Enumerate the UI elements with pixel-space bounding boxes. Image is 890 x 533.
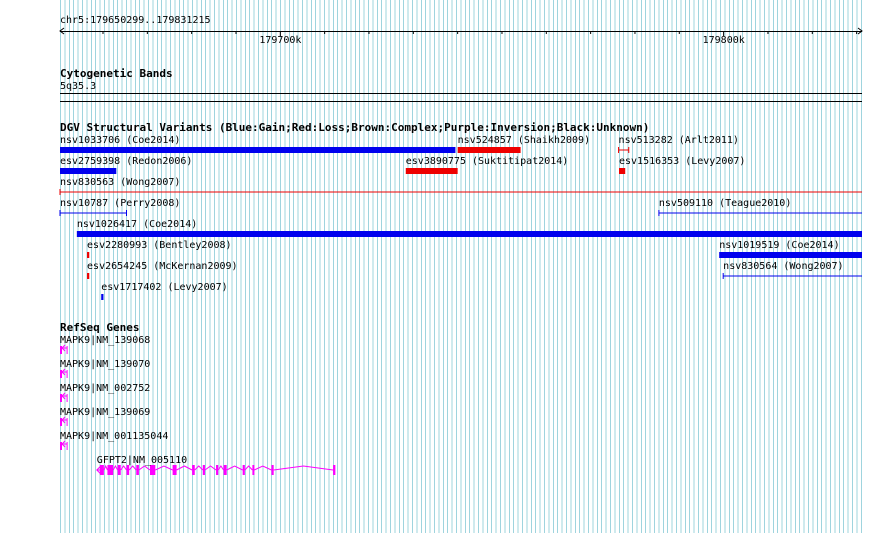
gene-exon xyxy=(271,465,274,475)
dgv-feature-label-esv1516353[interactable]: esv1516353 (Levy2007) xyxy=(619,156,745,167)
dgv-feature-label-nsv10787[interactable]: nsv10787 (Perry2008) xyxy=(60,198,180,209)
refseq-gene-label[interactable]: GFPT2|NM_005110 xyxy=(97,455,187,466)
dgv-feature-esv3890775 xyxy=(405,168,458,174)
dgv-feature-label-nsv830564[interactable]: nsv830564 (Wong2007) xyxy=(723,261,843,272)
dgv-feature-nsv1026417 xyxy=(76,231,862,237)
gene-exon xyxy=(242,465,245,475)
ruler-left-arrow xyxy=(59,27,65,35)
dgv-feature-label-esv2654245[interactable]: esv2654245 (McKernan2009) xyxy=(87,261,238,272)
gene-exon xyxy=(107,465,114,475)
dgv-feature-esv2759398 xyxy=(60,168,117,174)
cytoband-label: 5q35.3 xyxy=(60,81,97,92)
gene-intron-line xyxy=(128,465,137,471)
dgv-feature-esv2280993 xyxy=(87,252,90,258)
dgv-feature-esv1516353 xyxy=(619,168,626,174)
ruler-tick-label-179800k: 179800k xyxy=(702,35,745,46)
dgv-feature-nsv1019519 xyxy=(719,252,862,258)
refseq-gene-label[interactable]: MAPK9|NM_139068 xyxy=(60,335,150,346)
dgv-feature-esv1717402 xyxy=(101,294,104,300)
dgv-feature-esv2654245 xyxy=(87,273,90,279)
gene-exon xyxy=(60,370,62,378)
gene-exon xyxy=(60,394,62,402)
dgv-feature-label-esv2280993[interactable]: esv2280993 (Bentley2008) xyxy=(87,240,232,251)
gene-intron-line xyxy=(194,465,204,471)
gene-exon xyxy=(223,465,227,475)
dgv-feature-label-esv1717402[interactable]: esv1717402 (Levy2007) xyxy=(101,282,227,293)
gene-intron-line xyxy=(120,465,127,471)
position-label: chr5:179650299..179831215 xyxy=(60,15,211,26)
gene-intron-line xyxy=(155,465,173,471)
dgv-feature-label-esv2759398[interactable]: esv2759398 (Redon2006) xyxy=(60,156,192,167)
dgv-feature-label-nsv830563[interactable]: nsv830563 (Wong2007) xyxy=(60,177,180,188)
gene-intron-line xyxy=(226,465,243,471)
cytoband-track-title[interactable]: Cytogenetic Bands xyxy=(60,68,173,80)
refseq-track-title[interactable]: RefSeq Genes xyxy=(60,322,139,334)
dgv-feature-label-esv3890775[interactable]: esv3890775 (Suktitipat2014) xyxy=(406,156,569,167)
dgv-feature-label-nsv524857[interactable]: nsv524857 (Shaikh2009) xyxy=(458,135,590,146)
gene-intron-line xyxy=(112,464,119,471)
dgv-feature-nsv524857 xyxy=(457,147,521,153)
gene-exon xyxy=(202,465,205,475)
dgv-feature-label-nsv1033706[interactable]: nsv1033706 (Coe2014) xyxy=(60,135,180,146)
gene-exon xyxy=(60,442,62,450)
gene-intron-line xyxy=(273,465,334,471)
gene-exon xyxy=(136,465,139,475)
gene-intron-line xyxy=(217,465,224,471)
refseq-gene-label[interactable]: MAPK9|NM_139070 xyxy=(60,359,150,370)
dgv-feature-label-nsv1026417[interactable]: nsv1026417 (Coe2014) xyxy=(77,219,197,230)
refseq-gene-label[interactable]: MAPK9|NM_139069 xyxy=(60,407,150,418)
dgv-feature-label-nsv509110[interactable]: nsv509110 (Teague2010) xyxy=(659,198,791,209)
gene-exon xyxy=(192,465,195,475)
gene-exon xyxy=(172,465,177,475)
ruler-tick-label-179700k: 179700k xyxy=(259,35,302,46)
gene-exon xyxy=(60,346,62,354)
gene-intron-line xyxy=(204,465,217,471)
gene-exon xyxy=(216,465,219,475)
ruler-right-arrow xyxy=(857,27,863,35)
gene-intron-line xyxy=(138,465,151,471)
dgv-feature-nsv1033706 xyxy=(60,147,456,153)
gene-exon xyxy=(149,465,156,475)
refseq-gene-label[interactable]: MAPK9|NM_002752 xyxy=(60,383,150,394)
gene-intron-line xyxy=(103,464,108,471)
gene-intron-line xyxy=(176,465,193,471)
dgv-feature-label-nsv1019519[interactable]: nsv1019519 (Coe2014) xyxy=(719,240,839,251)
dgv-track-title[interactable]: DGV Structural Variants (Blue:Gain;Red:L… xyxy=(60,122,649,134)
gene-intron-line xyxy=(253,465,272,471)
refseq-gene-label[interactable]: MAPK9|NM_001135044 xyxy=(60,431,168,442)
gene-exon xyxy=(117,465,121,475)
gene-exon xyxy=(60,418,62,426)
gene-exon xyxy=(126,465,130,475)
gene-intron-line xyxy=(244,465,253,471)
dgv-feature-label-nsv513282[interactable]: nsv513282 (Arlt2011) xyxy=(619,135,739,146)
gene-exon xyxy=(252,465,255,475)
